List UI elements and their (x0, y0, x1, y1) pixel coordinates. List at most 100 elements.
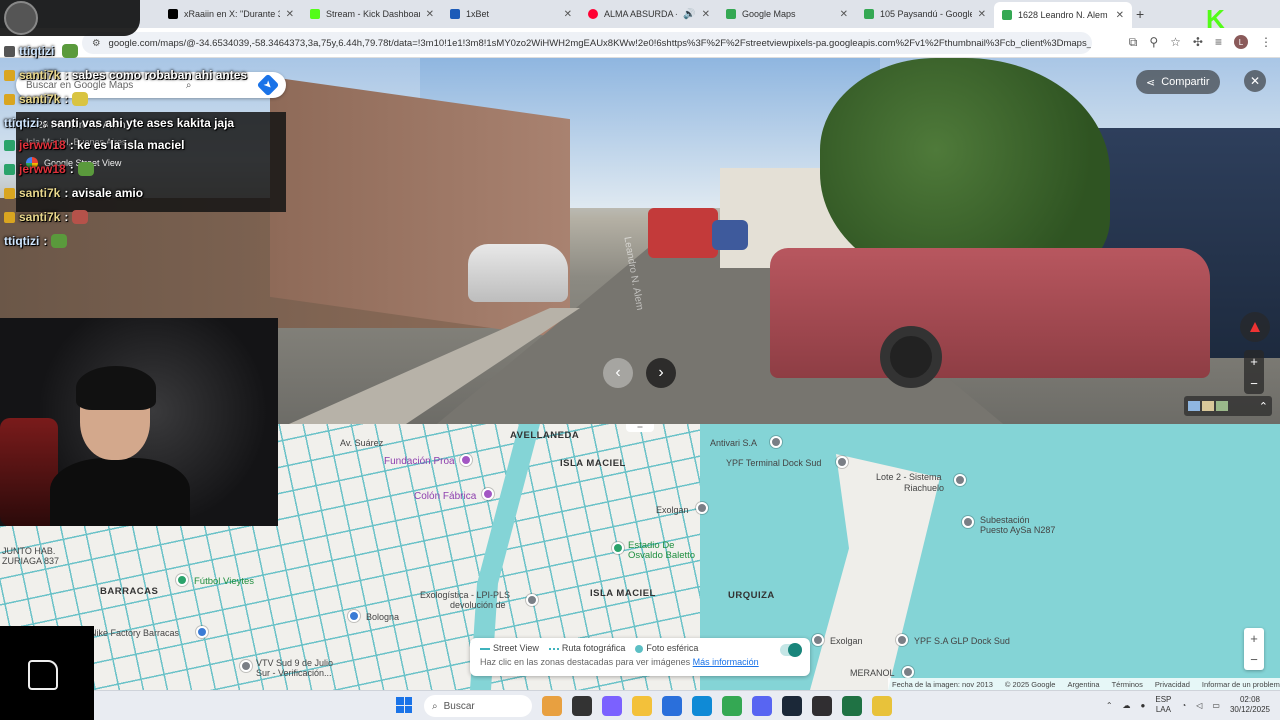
map-place-label[interactable]: Lote 2 - Sistema (876, 472, 942, 482)
thumb-3[interactable] (1216, 401, 1228, 411)
exologistica-pin-icon[interactable] (526, 594, 538, 606)
map-place-label[interactable]: Exologística - LPI-PLS (420, 590, 510, 600)
map-place-label[interactable]: VTV Sud 9 de Julio (256, 658, 333, 668)
coverage-toggle[interactable] (780, 643, 802, 657)
bologna-pin-icon[interactable] (348, 610, 360, 622)
map-place-label[interactable]: Sur - Verificación... (256, 668, 332, 678)
antivari-pin-icon[interactable] (770, 436, 782, 448)
ypf-glp-pin-icon[interactable] (896, 634, 908, 646)
zoom-out-icon[interactable]: − (1250, 376, 1258, 391)
map-place-label[interactable]: BARRACAS (100, 586, 158, 597)
exolgan-pin-2-icon[interactable] (812, 634, 824, 646)
chevron-left-icon[interactable]: ‹ (603, 358, 633, 388)
tab-google-maps[interactable]: Google Maps ✕ (718, 3, 856, 25)
map-place-label[interactable]: devolución de (450, 600, 506, 610)
map-place-label[interactable]: YPF Terminal Dock Sud (726, 458, 821, 468)
map-place-label[interactable]: Puesto AySa N287 (980, 525, 1055, 535)
estadio-pin-icon[interactable] (612, 542, 624, 554)
discord-icon[interactable] (752, 696, 772, 716)
excel-icon[interactable] (842, 696, 862, 716)
map-place-label[interactable]: Exolgan (830, 636, 863, 646)
winamp-icon[interactable] (872, 696, 892, 716)
obs-icon[interactable] (812, 696, 832, 716)
close-icon[interactable]: ✕ (426, 9, 434, 20)
extensions-icon[interactable]: ✣ (1193, 35, 1203, 50)
futbol-vieytes-pin-icon[interactable] (176, 574, 188, 586)
map-place-label[interactable]: JUNTO HAB. (2, 546, 55, 556)
store-icon[interactable] (662, 696, 682, 716)
map-place-label[interactable]: YPF S.A GLP Dock Sud (914, 636, 1010, 646)
fundacion-proa-pin-icon[interactable] (460, 454, 472, 466)
map-place-label[interactable]: MERANOL (850, 668, 895, 678)
edge-icon[interactable] (692, 696, 712, 716)
language-indicator[interactable]: ESP LAA (1155, 695, 1171, 715)
map-place-label[interactable]: AVELLANEDA (510, 430, 579, 441)
more-info-link[interactable]: Más información (693, 657, 759, 667)
map-place-label[interactable]: ZURIAGA 837 (2, 556, 59, 566)
food-app-icon[interactable] (542, 696, 562, 716)
cloud-icon[interactable]: ☁ (1123, 701, 1131, 710)
map-place-label[interactable]: Nike Factory Barracas (90, 628, 179, 638)
map-place-label[interactable]: Subestación (980, 515, 1030, 525)
bookmark-star-icon[interactable]: ☆ (1170, 35, 1181, 50)
tab-x[interactable]: xRaaiin en X: "Durante 3 d ✕ (160, 3, 302, 25)
map-place-label[interactable]: Fútbol Vieytes (194, 576, 254, 587)
nike-pin-icon[interactable] (196, 626, 208, 638)
map-place-label[interactable]: Exolgan (656, 505, 689, 515)
map-place-label[interactable]: Antivari S.A (710, 438, 757, 448)
exolgan-pin-1-icon[interactable] (696, 502, 708, 514)
media-icon[interactable]: ≡ (1215, 35, 1222, 50)
menu-kebab-icon[interactable]: ⋮ (1260, 35, 1272, 50)
zoom-out-icon[interactable]: − (1250, 652, 1258, 667)
close-icon[interactable]: ✕ (564, 9, 572, 20)
map-place-label[interactable]: Riachuelo (904, 483, 944, 493)
lote2-pin-icon[interactable] (954, 474, 966, 486)
task-view-icon[interactable] (572, 696, 592, 716)
clock[interactable]: 02:08 30/12/2025 (1230, 695, 1270, 715)
thumb-2[interactable] (1202, 401, 1214, 411)
tab-kick[interactable]: Stream - Kick Dashboard ✕ (302, 3, 442, 25)
map-place-label[interactable]: Fundación Proa (384, 456, 455, 467)
map-place-label[interactable]: Bologna (366, 612, 399, 622)
close-icon[interactable]: ✕ (1244, 70, 1266, 92)
chevron-up-icon[interactable]: ⌃ (1106, 701, 1113, 710)
battery-icon[interactable]: ▭ (1212, 701, 1220, 710)
tab-youtube[interactable]: ALMA ABSURDA - You 🔊 ✕ (580, 3, 718, 25)
zoom-in-icon[interactable]: + (1250, 354, 1258, 369)
close-icon[interactable]: ✕ (840, 9, 848, 20)
volume-icon[interactable]: ◁ (1196, 701, 1202, 710)
report-link[interactable]: Informar de un problema (1202, 680, 1280, 689)
audio-icon[interactable]: 🔊 (683, 9, 695, 20)
thumb-1[interactable] (1188, 401, 1200, 411)
chrome-icon[interactable] (722, 696, 742, 716)
tab-leandro-alem[interactable]: 1628 Leandro N. Alem - G ✕ (994, 2, 1132, 28)
map-place-label[interactable]: Osvaldo Baletto (628, 550, 695, 561)
tab-paysandu[interactable]: 105 Paysandú - Google M ✕ (856, 3, 994, 25)
map-place-label[interactable]: ISLA MACIEL (560, 458, 626, 469)
map-place-label[interactable]: ISLA MACIEL (590, 588, 656, 599)
close-icon[interactable]: ✕ (1116, 10, 1124, 21)
copilot-icon[interactable] (602, 696, 622, 716)
vtv-pin-icon[interactable] (240, 660, 252, 672)
taskbar-search[interactable]: ⌕ Buscar (424, 695, 532, 717)
compass-icon[interactable] (1240, 312, 1270, 342)
wifi-icon[interactable]: ◔ (1181, 701, 1186, 710)
steam-icon[interactable] (782, 696, 802, 716)
terms-link[interactable]: Términos (1112, 680, 1143, 689)
country-link[interactable]: Argentina (1067, 680, 1099, 689)
close-icon[interactable]: ✕ (702, 9, 710, 20)
ypf-terminal-pin-icon[interactable] (836, 456, 848, 468)
file-explorer-icon[interactable] (632, 696, 652, 716)
install-icon[interactable]: ⧉ (1129, 35, 1138, 50)
zoom-in-icon[interactable]: + (1250, 631, 1258, 646)
subestacion-pin-icon[interactable] (962, 516, 974, 528)
zoom-icon[interactable]: ⚲ (1149, 35, 1158, 50)
chevron-right-icon[interactable]: › (646, 358, 676, 388)
expand-up-icon[interactable]: ⌃ (1259, 400, 1268, 413)
close-icon[interactable]: ✕ (286, 9, 294, 20)
map-place-label[interactable]: URQUIZA (728, 590, 775, 601)
profile-avatar[interactable]: L (1234, 35, 1248, 49)
plus-icon[interactable]: + (1136, 6, 1144, 22)
mic-icon[interactable]: ● (1141, 701, 1146, 710)
imagery-thumbnails[interactable]: ⌃ (1184, 396, 1272, 416)
